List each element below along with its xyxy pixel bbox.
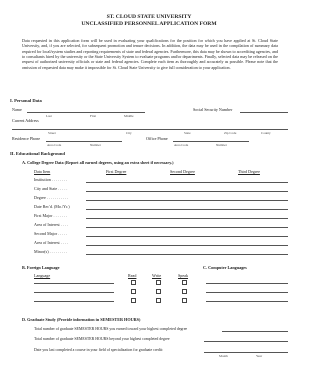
university-title: ST. CLOUD STATE UNIVERSITY [106, 14, 192, 20]
last-course-date-field[interactable] [204, 352, 288, 353]
month-caption: Month [219, 354, 228, 358]
row-label-area-of-interest-1: Area of Interest . . . . [34, 222, 68, 227]
row-field-second-major[interactable] [86, 236, 288, 237]
row-field-degree[interactable] [86, 200, 288, 201]
computer-languages-title: C. Computer Languages [203, 265, 247, 270]
college-degree-subtitle: A. College Degree Data (Report all earne… [22, 160, 174, 165]
language-field[interactable] [34, 301, 114, 302]
row-field-minors[interactable] [86, 254, 288, 255]
graduate-hours-toward-field[interactable] [222, 331, 288, 332]
ssn-field[interactable] [240, 112, 288, 113]
address-caption-city: City [126, 131, 132, 135]
office-number-caption: Number [216, 143, 227, 147]
year-caption: Year [256, 354, 263, 358]
office-phone-field[interactable] [173, 141, 249, 142]
speak-col-header: Speak [178, 273, 189, 278]
office-area-code-caption: Area Code [174, 143, 189, 147]
row-field-area-of-interest-2[interactable] [86, 245, 288, 246]
row-label-city-state: City and State . . . . . [34, 186, 68, 191]
computer-language-field[interactable] [206, 301, 288, 302]
graduate-hours-beyond-field[interactable] [204, 341, 288, 342]
office-phone-label: Office Phone [146, 136, 168, 141]
col-header-second-degree: Second Degree [170, 169, 195, 174]
row-field-city-state[interactable] [86, 191, 288, 192]
row-field-institution[interactable] [86, 182, 288, 183]
col-header-first-degree: First Degree [106, 169, 127, 174]
graduate-study-title: D. Graduate Study (Provide information i… [22, 317, 141, 322]
graduate-hours-beyond-label: Total number of graduate SEMESTER HOURS … [34, 337, 170, 341]
language-field[interactable] [34, 283, 114, 284]
write-checkbox[interactable] [156, 289, 161, 294]
row-field-date-received[interactable] [86, 209, 288, 210]
name-caption-middle: Middle [124, 114, 134, 118]
name-label: Name [12, 107, 22, 112]
row-label-degree: Degree . . . . . . . . . . . [34, 195, 69, 200]
current-address-field[interactable] [12, 129, 288, 130]
speak-checkbox[interactable] [182, 280, 187, 285]
address-caption-state: State [184, 131, 191, 135]
residence-phone-field[interactable] [46, 141, 122, 142]
col-header-data-item: Data Item [34, 169, 51, 174]
row-label-first-major: First Major . . . . . . . [34, 213, 67, 218]
name-caption-last: Last [46, 114, 52, 118]
name-caption-first: First [90, 114, 97, 118]
read-checkbox[interactable] [131, 289, 136, 294]
ssn-label: Social Security Number [193, 107, 233, 112]
row-label-date-received: Date Rec'd. (Mo./Yr.) [34, 204, 70, 209]
speak-checkbox[interactable] [182, 298, 187, 303]
section-personal-data-title: I. Personal Data [10, 98, 42, 103]
residence-phone-label: Residence Phone [12, 136, 41, 141]
write-checkbox[interactable] [156, 298, 161, 303]
name-field[interactable] [27, 112, 145, 113]
address-caption-zip: Zip Code [224, 131, 237, 135]
intro-paragraph: Data requested in this application form … [22, 38, 278, 70]
residence-number-caption: Number [90, 143, 101, 147]
write-col-header: Write [152, 273, 162, 278]
foreign-language-title: B. Foreign Language [22, 265, 60, 270]
current-address-label: Current Address [12, 118, 39, 123]
computer-language-field[interactable] [206, 292, 288, 293]
address-caption-street: Street [48, 131, 56, 135]
address-caption-county: County [261, 131, 271, 135]
read-checkbox[interactable] [131, 298, 136, 303]
residence-area-code-caption: Area Code [47, 143, 62, 147]
language-col-header: Language [34, 273, 51, 278]
application-form-page: ST. CLOUD STATE UNIVERSITY UNCLASSIFIED … [0, 0, 298, 386]
section-education-title: II. Educational Background [10, 151, 65, 156]
graduate-hours-toward-label: Total number of graduate SEMESTER HOURS … [34, 327, 188, 331]
speak-checkbox[interactable] [182, 289, 187, 294]
computer-language-field[interactable] [206, 283, 288, 284]
row-label-institution: Institution . . . . . . . . [34, 177, 68, 182]
language-field[interactable] [34, 292, 114, 293]
row-label-area-of-interest-2: Area of Interest . . . . [34, 240, 68, 245]
last-course-date-label: Date you last completed a course in your… [34, 348, 164, 352]
read-col-header: Read [128, 273, 137, 278]
form-title: UNCLASSIFIED PERSONNEL APPLICATION FORM [81, 21, 217, 27]
row-field-first-major[interactable] [86, 218, 288, 219]
row-label-second-major: Second Major . . . . . [34, 231, 68, 236]
row-field-area-of-interest-1[interactable] [86, 227, 288, 228]
read-checkbox[interactable] [131, 280, 136, 285]
write-checkbox[interactable] [156, 280, 161, 285]
row-label-minors: Minor(s) . . . . . . . . . [34, 249, 67, 254]
col-header-third-degree: Third Degree [238, 169, 260, 174]
